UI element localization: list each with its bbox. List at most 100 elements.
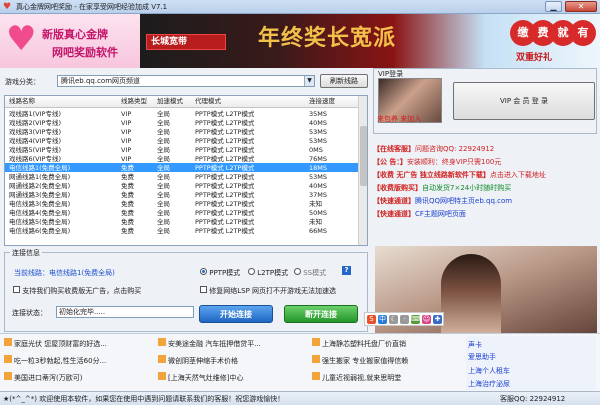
table-row[interactable]: 戏线路3(VIP专线) VIP 全局 PPTP模式 L2TP模式 53MS — [5, 127, 359, 136]
fix-lsp-checkbox[interactable]: 修复网络LSP 网页打不开游戏无法加速选 — [200, 286, 336, 296]
ad-text[interactable]: 儿童近视弱视,就来思明堂 — [322, 374, 401, 382]
refresh-lines-button[interactable]: 刷新线路 — [320, 74, 368, 88]
heart-icon: ♥ — [6, 19, 37, 59]
side-link[interactable]: 上海个人租车 — [468, 366, 510, 376]
table-row[interactable]: 戏线路2(VIP专线) VIP 全局 PPTP模式 L2TP模式 40MS — [5, 118, 359, 127]
ad-link[interactable]: 吃一粒3秒勃起,性生活60分... — [4, 355, 106, 366]
news-key: 【收费版购买】 — [373, 184, 422, 192]
news-item[interactable]: 【快速通道】CF主题网吧页面 — [373, 208, 597, 221]
table-row[interactable]: 戏线路5(VIP专线) VIP 全局 PPTP模式 L2TP模式 0MS — [5, 145, 359, 154]
ad-text[interactable]: 吃一粒3秒勃起,性生活60分... — [14, 357, 106, 365]
col-header[interactable]: 线路名称 — [9, 96, 35, 106]
news-item[interactable]: 【公 告：】安装顺利：终身VIP只需100元 — [373, 156, 597, 169]
ad-banner[interactable]: 长城宽带 年终奖长宽派 缴 费 就 有 双重好礼 — [140, 14, 600, 68]
news-value[interactable]: 问题咨询QQ: 22924912 — [415, 145, 494, 153]
radio-icon[interactable] — [294, 268, 301, 275]
ime-s-icon[interactable]: S — [367, 315, 376, 324]
side-link[interactable]: 上海治疗泌尿 — [468, 379, 510, 389]
line-table[interactable]: 线路名称 线路类型 加速模式 代理模式 连接速度 戏线路1(VIP专线) VIP 全… — [4, 95, 368, 246]
table-row[interactable]: 电信线路6(免费全局) 免费 全局 PPTP模式 L2TP模式 66MS — [5, 226, 359, 235]
ime-cn-icon[interactable]: 中 — [378, 315, 387, 324]
table-scrollbar[interactable] — [358, 96, 367, 245]
ad-text[interactable]: 上海静芯塑料托盘厂价直销 — [322, 340, 406, 348]
game-category-label: 游戏分类： — [5, 78, 40, 86]
checkbox-icon[interactable] — [200, 286, 207, 293]
photo-caption[interactable]: 来包养 来加入 — [377, 114, 421, 124]
radio-icon[interactable] — [248, 268, 255, 275]
side-link[interactable]: 爱思助手 — [468, 352, 496, 362]
title-bar: ♥ 真心金牌网吧奖励 - 在家享受网吧经验加成 V7.1 ▁ ✕ — [0, 0, 600, 14]
side-photo-ad[interactable] — [375, 246, 597, 345]
mode-l2tp-radio[interactable]: L2TP模式 — [248, 268, 288, 278]
news-key: 【快速通道】 — [373, 210, 415, 218]
disconnect-button[interactable]: 断开连接 — [284, 305, 358, 323]
news-value[interactable]: 自动发货7×24小时随时购买 — [422, 184, 511, 192]
table-row[interactable]: 戏线路4(VIP专线) VIP 全局 PPTP模式 L2TP模式 53MS — [5, 136, 359, 145]
news-value[interactable]: CF主题网吧页面 — [415, 210, 466, 218]
ime-user-icon[interactable]: ☺ — [422, 315, 431, 324]
news-item[interactable]: 【在线客服】问题咨询QQ: 22924912 — [373, 143, 597, 156]
ad-link[interactable]: 上海静芯塑料托盘厂价直销 — [312, 338, 406, 349]
connection-group-title: 连接信息 — [10, 248, 42, 258]
close-button[interactable]: ✕ — [565, 1, 597, 12]
help-icon[interactable]: ? — [342, 266, 351, 275]
col-header[interactable]: 线路类型 — [121, 96, 147, 106]
col-header[interactable]: 连接速度 — [309, 96, 335, 106]
ad-text[interactable]: 强生搬家 专业搬家值得信赖 — [322, 357, 408, 365]
ad-link[interactable]: [上海天然气灶维修]中心 — [158, 372, 243, 383]
ad-link[interactable]: 强生搬家 专业搬家值得信赖 — [312, 355, 408, 366]
ad-bullet-icon — [4, 355, 12, 363]
news-item[interactable]: 【快速通道】腾讯QQ网吧特主页eb.qq.com — [373, 195, 597, 208]
vip-login-button[interactable]: VIP 会 员 登 录 — [453, 82, 595, 120]
ad-bullet-icon — [312, 338, 320, 346]
ad-text[interactable]: 安美途金融 汽车抵押借贷平... — [168, 340, 261, 348]
window-title: 真心金牌网吧奖励 - 在家享受网吧经验加成 V7.1 — [16, 3, 168, 11]
news-value[interactable]: 腾讯QQ网吧特主页eb.qq.com — [415, 197, 512, 205]
ime-dot-icon[interactable]: · — [400, 315, 409, 324]
game-category-select[interactable]: 腾讯eb.qq.com网页频道 ▼ — [57, 75, 315, 87]
minimize-button[interactable]: ▁ — [545, 1, 562, 12]
ime-tools-icon[interactable]: ✚ — [433, 315, 442, 324]
ad-figure — [441, 254, 501, 344]
checkbox-icon[interactable] — [13, 286, 20, 293]
radio-icon[interactable] — [200, 268, 207, 275]
ime-keyboard-icon[interactable]: ⌨ — [411, 315, 421, 324]
table-row[interactable]: 网通线路2(免费全局) 免费 全局 PPTP模式 L2TP模式 40MS — [5, 181, 359, 190]
side-link[interactable]: 声卡 — [468, 340, 482, 350]
support-checkbox[interactable]: 支持我们购买收费版无广告，点击购买 — [13, 286, 141, 296]
ad-link[interactable]: 美国进口蒂泻(万欧可) — [4, 372, 82, 383]
ad-link[interactable]: 家庭光伏 您屋顶财富的好选... — [4, 338, 107, 349]
ime-toolbar[interactable]: S 中 ☾ · ⌨ ☺ ✚ — [364, 312, 444, 326]
ad-text[interactable]: 家庭光伏 您屋顶财富的好选... — [14, 340, 107, 348]
ad-text[interactable]: 微创阴茎伸缩手术价格 — [168, 357, 238, 365]
mode-pptp-radio[interactable]: PPTP模式 — [200, 268, 240, 278]
news-item[interactable]: 【收费 无广告 独立线路新软件下载】点击进入下载地址 — [373, 169, 597, 182]
ad-link[interactable]: 儿童近视弱视,就来思明堂 — [312, 372, 401, 383]
table-row[interactable]: 网通线路3(免费全局) 免费 全局 PPTP模式 L2TP模式 37MS — [5, 190, 359, 199]
start-connect-button[interactable]: 开始连接 — [199, 305, 273, 323]
table-row[interactable]: 电信线路1(免费全局) 免费 全局 PPTP模式 L2TP模式 18MS — [5, 163, 359, 172]
table-row[interactable]: 电信线路5(免费全局) 免费 全局 PPTP模式 L2TP模式 未知 — [5, 217, 359, 226]
news-item[interactable]: 【收费版购买】自动发货7×24小时随时购买 — [373, 182, 597, 195]
ime-moon-icon[interactable]: ☾ — [389, 315, 398, 324]
table-cell: PPTP模式 L2TP模式 — [195, 227, 255, 235]
table-row[interactable]: 戏线路1(VIP专线) VIP 全局 PPTP模式 L2TP模式 35MS — [5, 109, 359, 118]
ad-link[interactable]: 微创阴茎伸缩手术价格 — [158, 355, 238, 366]
ad-bullet-icon — [312, 355, 320, 363]
news-value[interactable]: 点击进入下载地址 — [490, 171, 546, 179]
ad-link[interactable]: 安美途金融 汽车抵押借贷平... — [158, 338, 261, 349]
scrollbar-thumb[interactable] — [360, 126, 367, 186]
news-value[interactable]: 安装顺利：终身VIP只需100元 — [407, 158, 501, 166]
col-header[interactable]: 加速模式 — [157, 96, 183, 106]
col-header[interactable]: 代理模式 — [195, 96, 221, 106]
ad-text[interactable]: [上海天然气灶维修]中心 — [168, 374, 243, 382]
ad-text[interactable]: 美国进口蒂泻(万欧可) — [14, 374, 82, 382]
table-cell: 免费 — [121, 227, 134, 235]
table-row[interactable]: 电信线路3(免费全局) 免费 全局 PPTP模式 L2TP模式 未知 — [5, 199, 359, 208]
chevron-down-icon[interactable]: ▼ — [304, 76, 314, 86]
table-row[interactable]: 电信线路4(免费全局) 免费 全局 PPTP模式 L2TP模式 50MS — [5, 208, 359, 217]
table-row[interactable]: 戏线路6(VIP专线) VIP 全局 PPTP模式 L2TP模式 76MS — [5, 154, 359, 163]
mode-ss-radio[interactable]: SS模式 — [294, 268, 326, 278]
isp-logo: 长城宽带 — [146, 34, 226, 50]
table-row[interactable]: 网通线路1(免费全局) 免费 全局 PPTP模式 L2TP模式 53MS — [5, 172, 359, 181]
